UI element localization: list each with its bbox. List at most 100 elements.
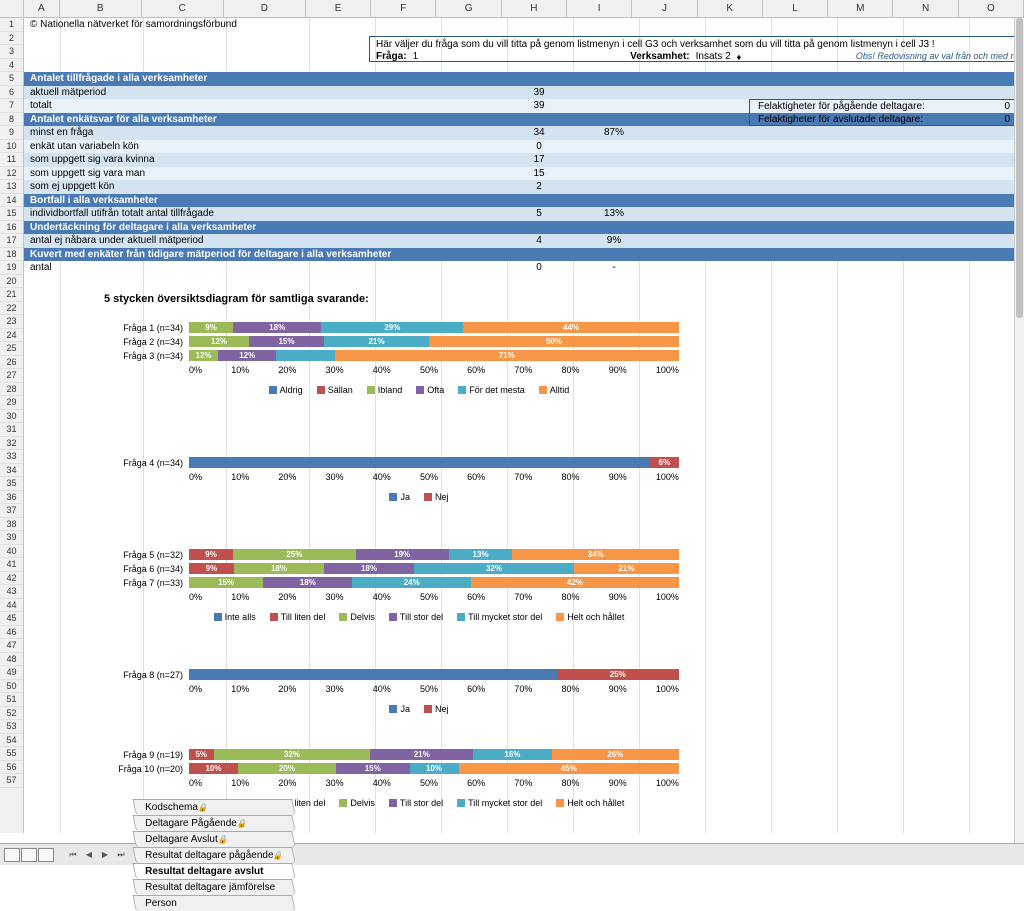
view-normal-icon[interactable] — [4, 848, 20, 862]
view-layout-icon[interactable] — [21, 848, 37, 862]
row-number[interactable]: 4 — [0, 59, 23, 73]
row-number[interactable]: 8 — [0, 113, 23, 127]
row-number[interactable]: 25 — [0, 342, 23, 356]
tab-prev-icon[interactable]: ◀ — [82, 848, 96, 862]
vertical-scrollbar[interactable] — [1014, 18, 1024, 843]
row-number[interactable]: 42 — [0, 572, 23, 586]
col-header-E[interactable]: E — [306, 0, 371, 17]
row-number[interactable]: 18 — [0, 248, 23, 262]
row-number[interactable]: 45 — [0, 612, 23, 626]
col-header-A[interactable]: A — [24, 0, 60, 17]
row-number[interactable]: 9 — [0, 126, 23, 140]
row-number[interactable]: 51 — [0, 693, 23, 707]
col-header-I[interactable]: I — [567, 0, 632, 17]
col-header-G[interactable]: G — [436, 0, 501, 17]
row-number[interactable]: 26 — [0, 356, 23, 370]
chart-segment: 34% — [512, 549, 679, 560]
row-number[interactable]: 48 — [0, 653, 23, 667]
sheet-tab[interactable]: Resultat deltagare jämförelse — [132, 879, 296, 895]
row-number[interactable]: 15 — [0, 207, 23, 221]
err-avslutade-label: Felaktigheter för avslutade deltagare: — [758, 114, 923, 125]
corner-cell[interactable] — [0, 0, 24, 17]
row-number[interactable]: 24 — [0, 329, 23, 343]
row-number[interactable]: 30 — [0, 410, 23, 424]
row-number[interactable]: 44 — [0, 599, 23, 613]
col-header-F[interactable]: F — [371, 0, 436, 17]
row-number[interactable]: 20 — [0, 275, 23, 289]
row-number[interactable]: 6 — [0, 86, 23, 100]
verksamhet-value[interactable]: Insats 2 — [696, 51, 731, 62]
row-number[interactable]: 46 — [0, 626, 23, 640]
row-number[interactable]: 34 — [0, 464, 23, 478]
row-number[interactable]: 41 — [0, 558, 23, 572]
row-number[interactable]: 10 — [0, 140, 23, 154]
row-number[interactable]: 36 — [0, 491, 23, 505]
row-number[interactable]: 56 — [0, 761, 23, 775]
row-number[interactable]: 3 — [0, 45, 23, 59]
row-number[interactable]: 19 — [0, 261, 23, 275]
row-number[interactable]: 55 — [0, 747, 23, 761]
row-number[interactable]: 21 — [0, 288, 23, 302]
col-header-D[interactable]: D — [224, 0, 306, 17]
scrollbar-thumb[interactable] — [1016, 18, 1023, 318]
axis-label: 60% — [467, 684, 485, 694]
tab-last-icon[interactable]: ⏭ — [114, 848, 128, 862]
row-number[interactable]: 38 — [0, 518, 23, 532]
row-number[interactable]: 35 — [0, 477, 23, 491]
row-number[interactable]: 32 — [0, 437, 23, 451]
row-number[interactable]: 22 — [0, 302, 23, 316]
col-header-L[interactable]: L — [763, 0, 828, 17]
row-number[interactable]: 29 — [0, 396, 23, 410]
col-header-H[interactable]: H — [502, 0, 567, 17]
axis-label: 20% — [278, 365, 296, 375]
filter-instruction: Här väljer du fråga som du vill titta på… — [376, 39, 1024, 50]
row-number[interactable]: 52 — [0, 707, 23, 721]
row-number[interactable]: 40 — [0, 545, 23, 559]
row-number[interactable]: 2 — [0, 32, 23, 46]
row-number[interactable]: 16 — [0, 221, 23, 235]
row-number[interactable]: 1 — [0, 18, 23, 32]
tab-first-icon[interactable]: ⏮ — [66, 848, 80, 862]
chart-segment: 15% — [336, 763, 410, 774]
row-number[interactable]: 27 — [0, 369, 23, 383]
sheet-tab[interactable]: Kodschema🔒 — [132, 799, 296, 815]
sheet-tab[interactable]: Deltagare Avslut🔒 — [132, 831, 296, 847]
sheet-tab[interactable]: Person — [132, 895, 296, 911]
row-number[interactable]: 39 — [0, 531, 23, 545]
row-number[interactable]: 5 — [0, 72, 23, 86]
col-header-M[interactable]: M — [828, 0, 893, 17]
row-number[interactable]: 43 — [0, 585, 23, 599]
row-number[interactable]: 12 — [0, 167, 23, 181]
row-number[interactable]: 33 — [0, 450, 23, 464]
tab-next-icon[interactable]: ▶ — [98, 848, 112, 862]
row-number[interactable]: 14 — [0, 194, 23, 208]
row-number[interactable]: 53 — [0, 720, 23, 734]
row-number[interactable]: 57 — [0, 774, 23, 788]
row-number[interactable]: 23 — [0, 315, 23, 329]
row-number[interactable]: 11 — [0, 153, 23, 167]
chart: Fråga 8 (n=27)25%0%10%20%30%40%50%60%70%… — [94, 668, 694, 714]
sheet-tab[interactable]: Deltagare Pågående🔒 — [132, 815, 296, 831]
view-break-icon[interactable] — [38, 848, 54, 862]
stepper-icon[interactable]: ♦ — [737, 52, 742, 62]
row-number[interactable]: 47 — [0, 639, 23, 653]
sheet-tab[interactable]: Resultat deltagare pågående🔒 — [132, 847, 296, 863]
col-header-C[interactable]: C — [142, 0, 224, 17]
row-number[interactable]: 50 — [0, 680, 23, 694]
row-number[interactable]: 7 — [0, 99, 23, 113]
col-header-N[interactable]: N — [893, 0, 958, 17]
row-number[interactable]: 31 — [0, 423, 23, 437]
spreadsheet-grid[interactable]: © Nationella nätverket för samordningsfö… — [24, 18, 1024, 833]
col-header-J[interactable]: J — [632, 0, 697, 17]
row-number[interactable]: 17 — [0, 234, 23, 248]
col-header-K[interactable]: K — [698, 0, 763, 17]
row-number[interactable]: 54 — [0, 734, 23, 748]
col-header-O[interactable]: O — [959, 0, 1024, 17]
row-number[interactable]: 49 — [0, 666, 23, 680]
row-number[interactable]: 13 — [0, 180, 23, 194]
col-header-B[interactable]: B — [60, 0, 142, 17]
row-number[interactable]: 37 — [0, 504, 23, 518]
row-number[interactable]: 28 — [0, 383, 23, 397]
lock-icon: 🔒 — [236, 819, 248, 828]
fraga-value[interactable]: 1 — [413, 51, 419, 62]
